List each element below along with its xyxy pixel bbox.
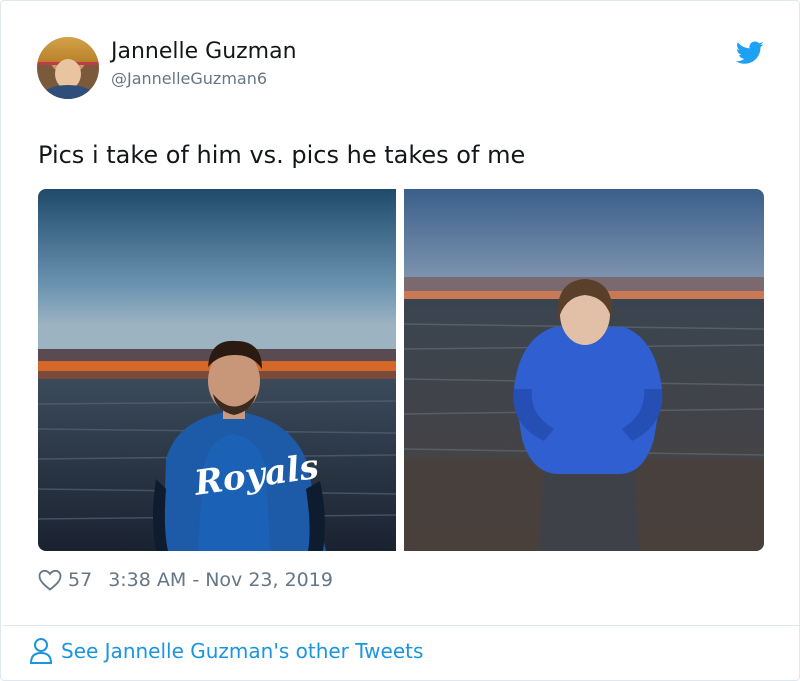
author-name[interactable]: Jannelle Guzman: [111, 39, 297, 64]
see-other-tweets-link[interactable]: See Jannelle Guzman's other Tweets: [29, 637, 423, 665]
photo-2-image: [404, 189, 764, 551]
person-icon: [29, 638, 53, 664]
tweet-timestamp[interactable]: 3:38 AM - Nov 23, 2019: [108, 569, 333, 591]
photo-1-image: Royals: [38, 189, 396, 551]
tweet-photo-1[interactable]: Royals: [38, 189, 396, 551]
footer-divider: [2, 625, 800, 626]
tweet-photo-2[interactable]: [404, 189, 764, 551]
see-other-tweets-label: See Jannelle Guzman's other Tweets: [61, 639, 424, 663]
tweet-card: Jannelle Guzman @JannelleGuzman6 Pics i …: [0, 0, 800, 681]
like-count: 57: [68, 569, 93, 591]
author-handle[interactable]: @JannelleGuzman6: [111, 69, 267, 88]
twitter-bird-icon[interactable]: [736, 41, 764, 65]
avatar-shirt: [43, 85, 93, 99]
tweet-meta: 57 3:38 AM - Nov 23, 2019: [38, 567, 333, 593]
avatar[interactable]: [37, 37, 99, 99]
tweet-text: Pics i take of him vs. pics he takes of …: [38, 141, 526, 169]
heart-icon[interactable]: [38, 569, 62, 591]
